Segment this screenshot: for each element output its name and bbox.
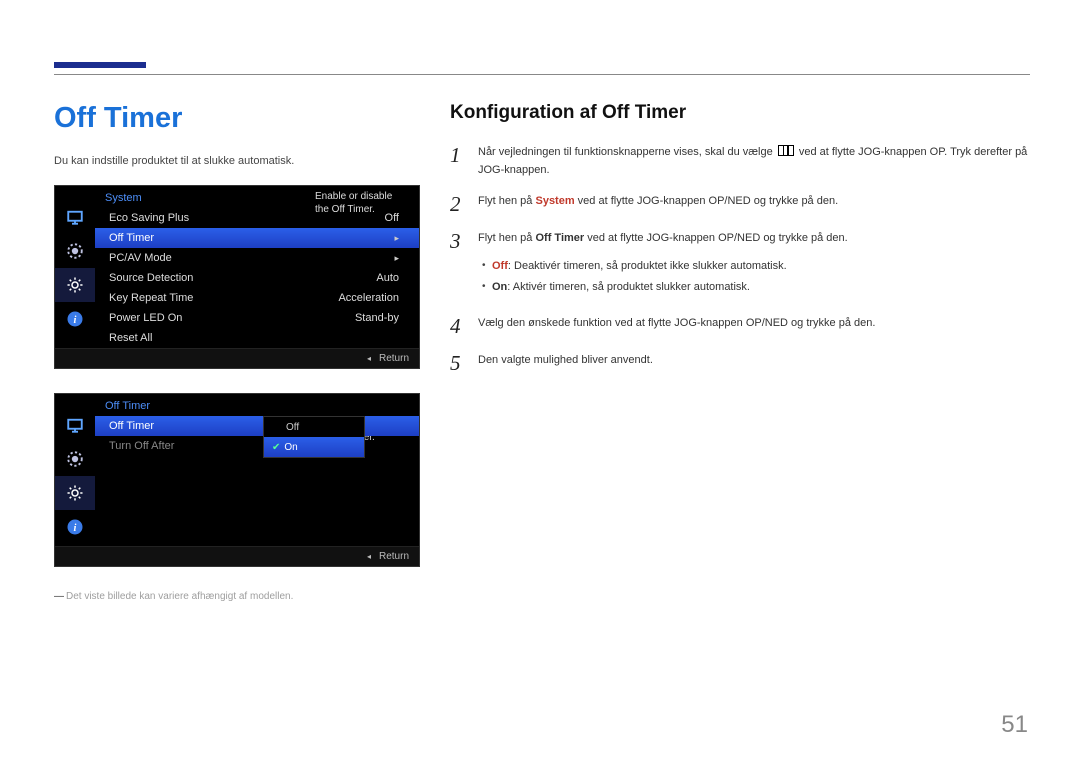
return-label: Return [379, 353, 409, 364]
bullet-list: Off: Deaktivér timeren, så produktet ikk… [478, 258, 1030, 297]
monitor-icon [55, 408, 95, 442]
chevron-right-icon: ▸ [394, 253, 399, 264]
text: ved at flytte JOG-knappen OP/NED og tryk… [575, 195, 839, 207]
svg-text:i: i [74, 523, 77, 534]
menu-label: Reset All [109, 332, 152, 344]
header-rule [54, 74, 1030, 75]
menu-item-offtimer: Off Timer ▸ [95, 228, 419, 248]
check-icon: ✔ [272, 442, 280, 453]
step-1: 1 Når vejledningen til funktionsknappern… [450, 144, 1030, 179]
menu-value: Off [385, 212, 399, 224]
text: Når vejledningen til funktionsknapperne … [478, 146, 776, 158]
menu-list: Off Timer Enable or disable the Off Time… [95, 394, 419, 546]
menu-label: Key Repeat Time [109, 292, 193, 304]
step-number: 3 [450, 230, 478, 301]
monitor-icon [55, 200, 95, 234]
menu-footer: ◂ Return [55, 348, 419, 368]
text: ved at flytte JOG-knappen OP/NED og tryk… [584, 232, 848, 244]
side-icon-strip: i [55, 186, 95, 348]
menu-label: Eco Saving Plus [109, 212, 189, 224]
highlight-on: On [492, 281, 507, 293]
step-body: Den valgte mulighed bliver anvendt. [478, 352, 1030, 375]
step-2: 2 Flyt hen på System ved at flytte JOG-k… [450, 193, 1030, 216]
bullet-on: On: Aktivér timeren, så produktet slukke… [478, 279, 1030, 297]
menu-item-keyrepeat: Key Repeat Time Acceleration [95, 288, 419, 308]
step-body: Flyt hen på System ved at flytte JOG-kna… [478, 193, 1030, 216]
menu-content: i System Enable or disable the Off Timer… [55, 186, 419, 348]
menu-screenshot-offtimer: i Off Timer Enable or disable the Off Ti… [54, 393, 420, 567]
right-column: Konfiguration af Off Timer 1 Når vejledn… [450, 102, 1030, 389]
menu-label: Power LED On [109, 312, 182, 324]
step-3: 3 Flyt hen på Off Timer ved at flytte JO… [450, 230, 1030, 301]
chevron-right-icon: ▸ [394, 233, 399, 244]
menu-item-turnoff: Turn Off After [95, 436, 419, 456]
gear-icon [55, 268, 95, 302]
submenu-option-off: Off [264, 417, 364, 437]
menu-item-offtimer: Off Timer Off [95, 416, 419, 436]
left-column: i System Enable or disable the Off Timer… [54, 185, 434, 602]
info-icon: i [55, 510, 95, 544]
opt-label: Off [286, 422, 299, 433]
menu-item-reset: Reset All [95, 328, 419, 348]
menu-icon [778, 145, 794, 156]
svg-text:i: i [74, 315, 77, 326]
menu-value: Stand-by [355, 312, 399, 324]
menu-item-source: Source Detection Auto [95, 268, 419, 288]
menu-value: Acceleration [338, 292, 399, 304]
return-label: Return [379, 551, 409, 562]
highlight-offtimer: Off Timer [535, 232, 584, 244]
text: : Aktivér timeren, så produktet slukker … [507, 281, 750, 293]
menu-item-powerled: Power LED On Stand-by [95, 308, 419, 328]
submenu-option-on: ✔ On [264, 437, 364, 457]
text: : Deaktivér timeren, så produktet ikke s… [508, 260, 787, 272]
menu-list: System Enable or disable the Off Timer. … [95, 186, 419, 348]
menu-value: Auto [376, 272, 399, 284]
menu-label: Off Timer [109, 420, 154, 432]
step-number: 5 [450, 352, 478, 375]
text: Flyt hen på [478, 195, 535, 207]
picture-icon [55, 234, 95, 268]
info-icon: i [55, 302, 95, 336]
chevron-left-icon: ◂ [367, 552, 371, 561]
picture-icon [55, 442, 95, 476]
menu-label: Off Timer [109, 232, 154, 244]
step-body: Når vejledningen til funktionsknapperne … [478, 144, 1030, 179]
step-4: 4 Vælg den ønskede funktion ved at flytt… [450, 315, 1030, 338]
step-5: 5 Den valgte mulighed bliver anvendt. [450, 352, 1030, 375]
gear-icon [55, 476, 95, 510]
tooltip-line1: Enable or disable [315, 190, 411, 203]
submenu-popup: Off ✔ On [263, 416, 365, 458]
footnote-text: Det viste billede kan variere afhængigt … [66, 591, 293, 602]
step-number: 1 [450, 144, 478, 179]
step-list: 1 Når vejledningen til funktionsknappern… [450, 144, 1030, 375]
subsection-title: Konfiguration af Off Timer [450, 102, 1030, 124]
highlight-system: System [535, 195, 574, 207]
footnote: ―Det viste billede kan variere afhængigt… [54, 591, 434, 602]
bullet-off: Off: Deaktivér timeren, så produktet ikk… [478, 258, 1030, 276]
menu-footer: ◂ Return [55, 546, 419, 566]
header-accent [54, 62, 146, 68]
menu-item-eco: Eco Saving Plus Off [95, 208, 419, 228]
intro-text: Du kan indstille produktet til at slukke… [54, 155, 294, 167]
menu-item-pcav: PC/AV Mode ▸ [95, 248, 419, 268]
menu-screenshot-system: i System Enable or disable the Off Timer… [54, 185, 420, 369]
step-number: 2 [450, 193, 478, 216]
highlight-off: Off [492, 260, 508, 272]
text: Flyt hen på [478, 232, 535, 244]
opt-label: On [284, 442, 297, 453]
menu-label: PC/AV Mode [109, 252, 172, 264]
menu-label: Source Detection [109, 272, 193, 284]
side-icon-strip: i [55, 394, 95, 546]
step-number: 4 [450, 315, 478, 338]
page-number: 51 [1001, 711, 1028, 739]
menu-content: i Off Timer Enable or disable the Off Ti… [55, 394, 419, 546]
menu-header: Off Timer [95, 394, 419, 416]
menu-label: Turn Off After [109, 440, 174, 452]
step-body: Flyt hen på Off Timer ved at flytte JOG-… [478, 230, 1030, 301]
chevron-left-icon: ◂ [367, 354, 371, 363]
page-title: Off Timer [54, 102, 182, 135]
step-body: Vælg den ønskede funktion ved at flytte … [478, 315, 1030, 338]
